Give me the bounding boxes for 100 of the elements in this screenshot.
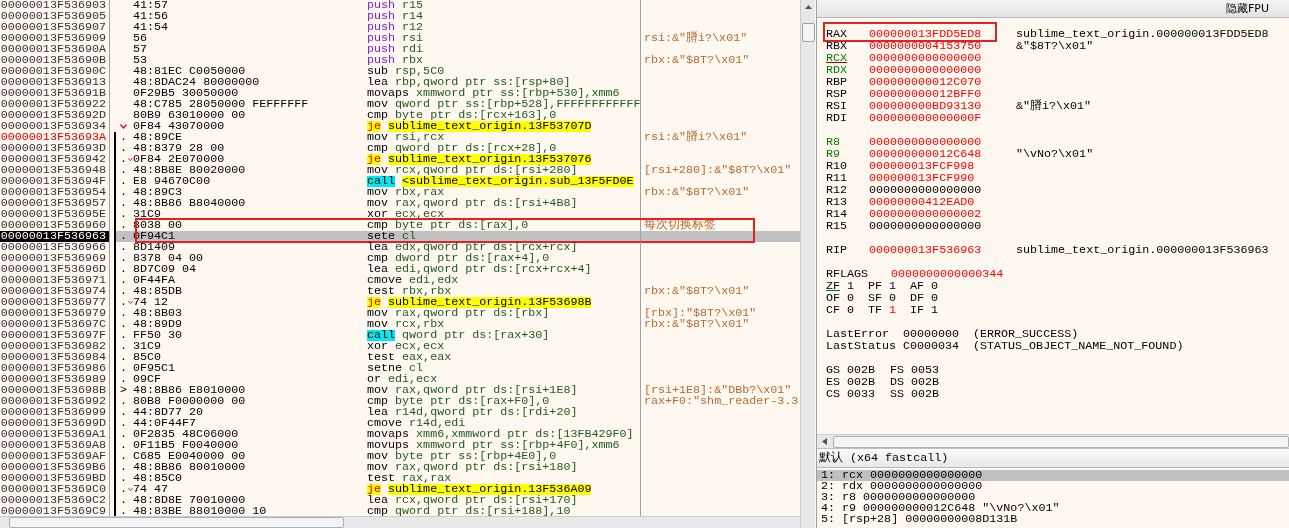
scrollbar-thumb[interactable] — [801, 23, 815, 42]
flag-name: OF — [826, 292, 841, 304]
flag-name: CF — [826, 304, 841, 316]
register-value[interactable]: 000000013FCF998 — [869, 160, 1016, 172]
call-convention-header[interactable]: 默认 (x64 fastcall) — [817, 448, 1289, 468]
address-cell: 00000013F5369BD — [0, 473, 110, 484]
address-cell: 00000013F536992 — [0, 396, 110, 407]
register-name: R8 — [826, 136, 842, 148]
register-name: R14 — [826, 208, 849, 220]
address-cell: 00000013F536966 — [0, 242, 110, 253]
address-cell: 00000013F536907 — [0, 22, 110, 33]
bytes-cell-text: 8378 04 00 — [133, 253, 205, 264]
argument-row[interactable]: 4: r9 000000000012C648 "\vNo?\x01" — [817, 503, 1289, 514]
bytes-cell-text: 0F95C1 — [133, 363, 177, 374]
register-name: R13 — [826, 196, 849, 208]
instruction-cell: mov rax,qword ptr ds:[rsi+1E8] — [365, 385, 641, 396]
bytes-cell-text: 80B9 63010000 00 — [133, 110, 247, 121]
address-cell: 00000013F536974 — [0, 286, 110, 297]
instruction-cell: movaps xmm6,xmmword ptr ds:[13FB429F0] — [365, 429, 641, 440]
instruction-cell: cmove edi,edx — [365, 275, 641, 286]
bytes-cell-text: 48:85DB — [133, 286, 184, 297]
gutter-marker: . — [120, 495, 127, 506]
bytes-cell-text: 0F2835 48C06000 — [133, 429, 240, 440]
argument-row[interactable]: 2: rdx 0000000000000000 — [817, 481, 1289, 492]
vertical-scrollbar[interactable] — [800, 0, 815, 528]
gutter-marker: . — [120, 440, 127, 451]
flag-name: DF — [910, 292, 925, 304]
argument-row[interactable]: 3: r8 0000000000000000 — [817, 492, 1289, 503]
gutter-marker: . — [120, 330, 127, 341]
gutter-marker: . — [120, 407, 127, 418]
instruction-cell: lea rbp,qword ptr ss:[rsp+80] — [365, 77, 641, 88]
address-cell: 00000013F536957 — [0, 198, 110, 209]
instruction-cell: cmp dword ptr ds:[rax+4],0 — [365, 253, 641, 264]
address-cell: 00000013F536984 — [0, 352, 110, 363]
bytes-cell-text: 44:8D77 20 — [133, 407, 205, 418]
register-value[interactable]: 0000000000000344 — [891, 268, 1038, 280]
register-value[interactable]: 0000000000000000 — [869, 64, 1016, 76]
horizontal-scrollbar[interactable] — [0, 516, 800, 528]
scroll-up-icon[interactable] — [804, 5, 812, 9]
bytes-cell-text: 0F44FA — [133, 275, 177, 286]
flag-name: PF — [868, 280, 883, 292]
argument-row[interactable]: 5: [rsp+28] 00000000008D131B — [817, 514, 1289, 525]
flag-value[interactable]: 0 — [931, 280, 939, 292]
flag-name: TF — [868, 304, 883, 316]
flag-value[interactable]: 0 — [889, 292, 897, 304]
status-name: LastStatus — [826, 340, 898, 352]
flag-value[interactable]: 1 — [931, 304, 939, 316]
register-value[interactable]: 000000000000000F — [869, 112, 1016, 124]
flag-value[interactable]: 1 — [889, 304, 897, 316]
register-name: R12 — [826, 184, 849, 196]
instruction-cell: je sublime_text_origin.13F53698B — [365, 297, 641, 308]
scroll-left-icon[interactable] — [822, 438, 827, 445]
register-value[interactable]: 000000000012BFF0 — [869, 88, 1016, 100]
flag-name: ZF — [826, 280, 841, 292]
gutter-marker: . — [120, 396, 127, 407]
gutter-marker: . — [120, 187, 127, 198]
register-value[interactable]: 0000000000000000 — [869, 220, 1016, 232]
gutter-marker: . — [120, 484, 127, 495]
address-cell: 00000013F5369B6 — [0, 462, 110, 473]
register-value[interactable]: 0000000000000000 — [869, 52, 1016, 64]
register-value[interactable]: 000000000BD93130 — [869, 100, 1016, 112]
flag-value[interactable]: 1 — [889, 280, 897, 292]
register-value[interactable]: 000000013FDD5ED8 — [869, 28, 1016, 40]
register-value[interactable]: 000000000012C070 — [869, 76, 1016, 88]
register-comment: sublime_text_origin.000000013FDD5ED8 — [1016, 28, 1269, 40]
register-value[interactable]: 0000000000000000 — [869, 136, 1016, 148]
instruction-cell: sete cl — [365, 231, 641, 242]
instruction-cell: movaps xmmword ptr ss:[rbp+530],xmm6 — [365, 88, 641, 99]
instruction-cell: lea edx,qword ptr ds:[rcx+rcx] — [365, 242, 641, 253]
hide-fpu-button[interactable]: 隐藏FPU — [1216, 0, 1289, 17]
register-value[interactable]: 000000013FCF990 — [869, 172, 1016, 184]
instruction-cell: movups xmmword ptr ss:[rbp+4F0],xmm6 — [365, 440, 641, 451]
instruction-cell: call qword ptr ds:[rax+30] — [365, 330, 641, 341]
register-value[interactable]: 00000000412EAD0 — [869, 196, 1016, 208]
register-value[interactable]: 000000013F536963 — [869, 244, 1016, 256]
scrollbar-thumb[interactable] — [9, 517, 344, 528]
address-cell: 00000013F53699D — [0, 418, 110, 429]
flag-name: IF — [910, 304, 925, 316]
instruction-cell: cmp byte ptr ds:[rax+F0],0 — [365, 396, 641, 407]
bytes-cell-text: 48:8B86 E8010000 — [133, 385, 247, 396]
flag-value[interactable]: 0 — [847, 292, 855, 304]
address-cell: 00000013F5369C2 — [0, 495, 110, 506]
register-value[interactable]: 000000000012C648 — [869, 148, 1016, 160]
bytes-cell-text: 80B8 F0000000 00 — [133, 396, 247, 407]
bytes-cell-text: 74 47 — [133, 484, 170, 495]
register-value[interactable]: 0000000000000002 — [869, 208, 1016, 220]
argument-row[interactable]: 1: rcx 0000000000000000 — [817, 470, 1289, 481]
gutter-marker: . — [120, 363, 127, 374]
flag-value[interactable]: 0 — [847, 304, 855, 316]
instruction-cell: je sublime_text_origin.13F536A09 — [365, 484, 641, 495]
register-value[interactable]: 0000000004153750 — [869, 40, 1016, 52]
gutter-marker: . — [120, 198, 127, 209]
bytes-cell-text: 41:56 — [133, 11, 170, 22]
address-cell: 00000013F536905 — [0, 11, 110, 22]
flag-value[interactable]: 1 — [847, 280, 855, 292]
register-name: R11 — [826, 172, 849, 184]
register-value[interactable]: 0000000000000000 — [869, 184, 1016, 196]
address-cell: 00000013F53690A — [0, 44, 110, 55]
address-cell: 00000013F536969 — [0, 253, 110, 264]
flag-value[interactable]: 0 — [931, 292, 939, 304]
